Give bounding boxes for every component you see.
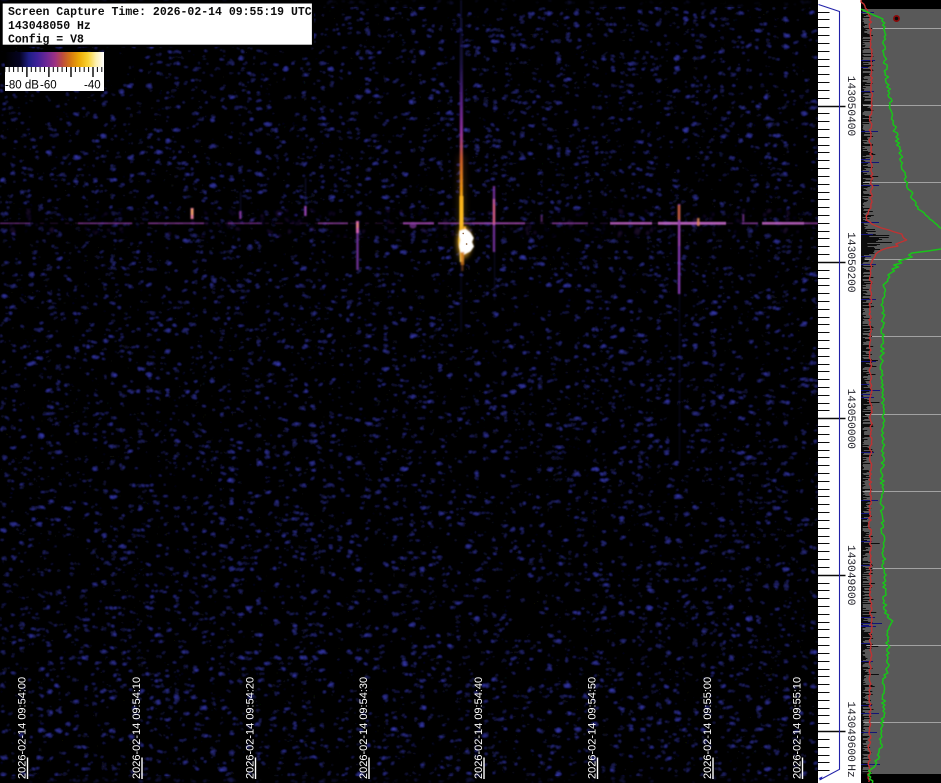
svg-text:-60: -60 xyxy=(40,79,57,91)
svg-text:143050000: 143050000 xyxy=(844,389,856,450)
svg-text:Config = V8: Config = V8 xyxy=(8,34,84,47)
svg-text:Screen Capture Time: 2026-02-1: Screen Capture Time: 2026-02-14 09:55:19… xyxy=(8,6,312,19)
svg-text:143049600: 143049600 xyxy=(844,701,856,762)
svg-text:143050200: 143050200 xyxy=(844,232,856,293)
svg-text:143050400: 143050400 xyxy=(844,76,856,137)
svg-text:143049800: 143049800 xyxy=(844,545,856,606)
svg-text:-80 dB: -80 dB xyxy=(5,79,39,91)
svg-text:143048050 Hz: 143048050 Hz xyxy=(8,20,91,33)
svg-text:-40: -40 xyxy=(84,79,101,91)
svg-text:Hz: Hz xyxy=(844,764,856,777)
